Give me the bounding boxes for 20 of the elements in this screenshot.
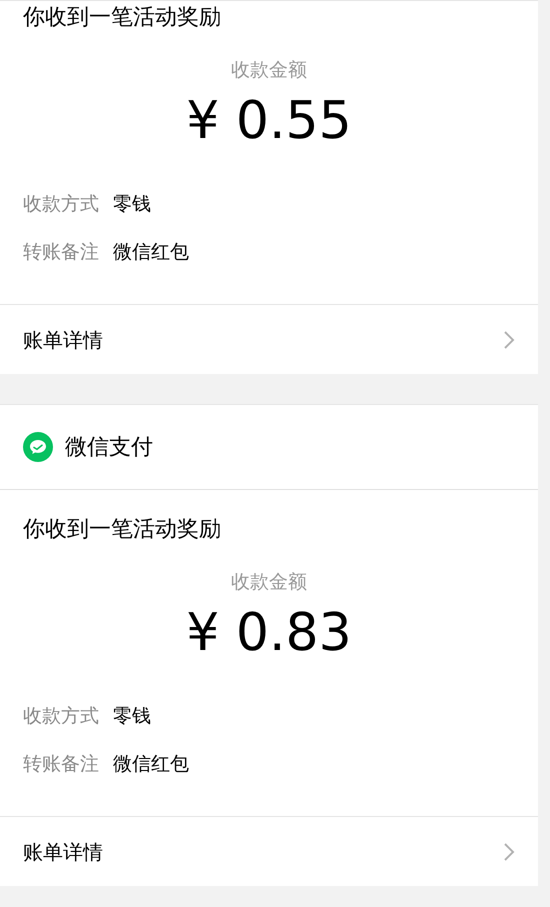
- chevron-right-icon: [503, 842, 515, 862]
- service-name: 微信支付: [65, 434, 153, 462]
- row-label: 转账备注: [23, 752, 99, 777]
- chevron-right-icon: [503, 330, 515, 350]
- amount-label: 收款金额: [231, 570, 307, 595]
- message-title: 你收到一笔活动奖励: [23, 516, 222, 544]
- bill-details-link[interactable]: 账单详情: [0, 816, 538, 886]
- amount: ¥ 0.83: [186, 604, 352, 662]
- row-value: 微信红包: [113, 240, 189, 265]
- row-value: 微信红包: [113, 752, 189, 777]
- row-value: 零钱: [113, 192, 151, 217]
- row-label: 收款方式: [23, 192, 99, 217]
- bill-details-link[interactable]: 账单详情: [0, 304, 538, 374]
- row-value: 零钱: [113, 704, 151, 729]
- row-label: 转账备注: [23, 240, 99, 265]
- row-label: 收款方式: [23, 704, 99, 729]
- amount-label: 收款金额: [231, 58, 307, 83]
- chat-bubble-icon: [23, 432, 53, 462]
- message-title: 你收到一笔活动奖励: [23, 4, 222, 32]
- amount: ¥ 0.55: [186, 92, 352, 150]
